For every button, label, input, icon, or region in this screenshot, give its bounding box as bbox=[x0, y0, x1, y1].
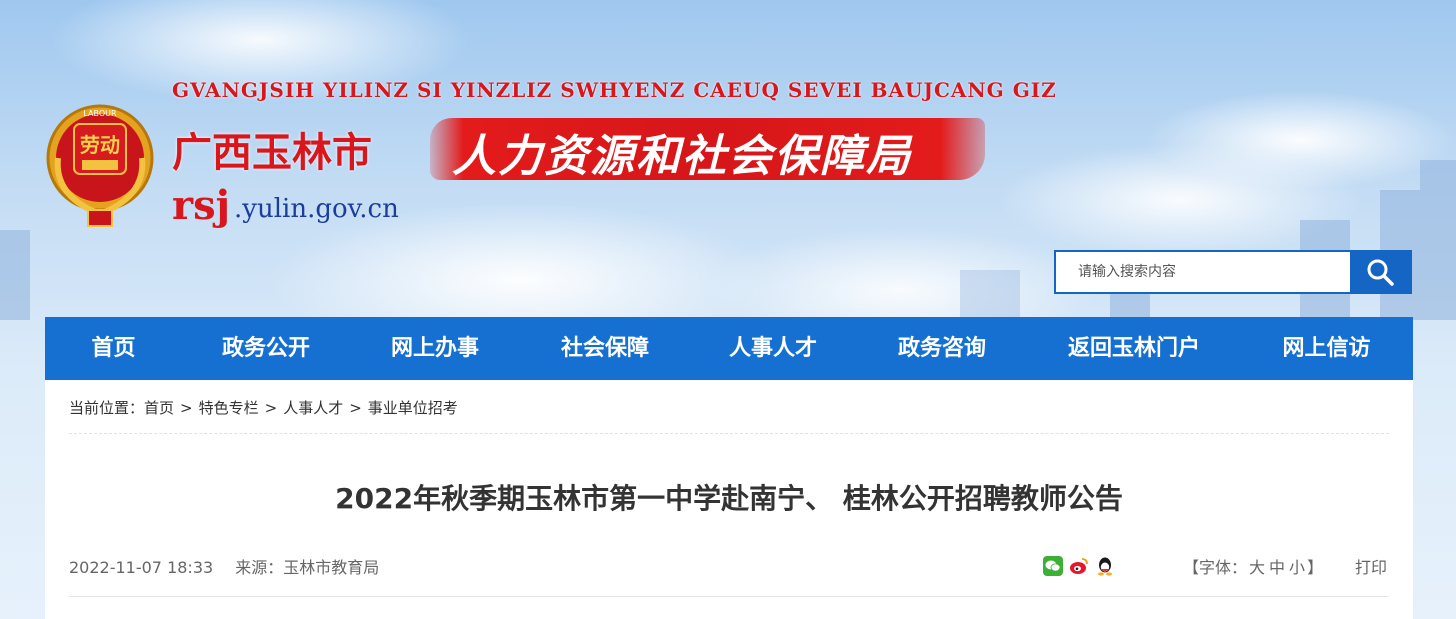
breadcrumb-featured[interactable]: 特色专栏 bbox=[199, 399, 259, 417]
font-size-large[interactable]: 大 bbox=[1249, 558, 1265, 577]
font-size-close: 】 bbox=[1307, 558, 1324, 577]
breadcrumb-separator: > bbox=[180, 399, 193, 417]
divider bbox=[69, 433, 1389, 434]
nav-item-consultation[interactable]: 政务咨询 bbox=[856, 317, 1028, 380]
skyline-building bbox=[1420, 160, 1456, 320]
svg-text:LABOUR: LABOUR bbox=[83, 109, 117, 118]
labour-emblem-logo: 劳动 LABOUR bbox=[44, 86, 156, 234]
nav-item-home[interactable]: 首页 bbox=[45, 317, 182, 380]
search-input[interactable] bbox=[1056, 252, 1352, 292]
article-title: 2022年秋季期玉林市第一中学赴南宁、 桂林公开招聘教师公告 bbox=[335, 482, 1123, 515]
font-size-switcher: 【字体：大中小】 bbox=[1183, 554, 1323, 578]
nav-item-social-security[interactable]: 社会保障 bbox=[520, 317, 690, 380]
article-panel: 当前位置：首页 > 特色专栏 > 人事人才 > 事业单位招考 2022年秋季期玉林市第一中学… bbox=[45, 380, 1413, 619]
article-meta: 2022-11-07 18:33 来源：玉林市教育局 bbox=[69, 554, 379, 578]
search-icon bbox=[1367, 259, 1394, 286]
share-bar bbox=[1043, 556, 1115, 576]
domain-prefix: rsj bbox=[172, 182, 231, 229]
nav-item-government-affairs[interactable]: 政务公开 bbox=[182, 317, 350, 380]
main-nav: 首页 政务公开 网上办事 社会保障 人事人才 政务咨询 返回玉林门户 网上信访 bbox=[45, 317, 1413, 380]
weibo-icon[interactable] bbox=[1069, 556, 1089, 576]
breadcrumb-recruitment[interactable]: 事业单位招考 bbox=[368, 399, 458, 417]
zhuang-language-title: GVANGJSIH YILINZ SI YINZLIZ SWHYENZ CAEU… bbox=[172, 78, 1057, 102]
nav-item-personnel-talent[interactable]: 人事人才 bbox=[690, 317, 856, 380]
breadcrumb: 当前位置：首页 > 特色专栏 > 人事人才 > 事业单位招考 bbox=[69, 397, 458, 418]
breadcrumb-separator: > bbox=[349, 399, 362, 417]
breadcrumb-home[interactable]: 首页 bbox=[144, 399, 174, 417]
search-box bbox=[1054, 250, 1412, 294]
search-button[interactable] bbox=[1350, 252, 1410, 292]
font-size-open: 【字体： bbox=[1183, 558, 1248, 577]
qq-icon[interactable] bbox=[1095, 556, 1115, 576]
breadcrumb-separator: > bbox=[264, 399, 278, 417]
skyline-building bbox=[960, 270, 1020, 320]
city-title: 广西玉林市 bbox=[172, 129, 372, 176]
domain-suffix: .yulin.gov.cn bbox=[234, 194, 399, 224]
skyline-building bbox=[0, 230, 30, 320]
divider bbox=[69, 596, 1389, 597]
nav-item-online-services[interactable]: 网上办事 bbox=[350, 317, 520, 380]
nav-item-online-petition[interactable]: 网上信访 bbox=[1240, 317, 1413, 380]
article-source: 来源：玉林市教育局 bbox=[235, 558, 380, 577]
svg-text:劳动: 劳动 bbox=[80, 133, 120, 157]
print-link[interactable]: 打印 bbox=[1355, 554, 1387, 578]
font-size-small[interactable]: 小 bbox=[1289, 558, 1305, 577]
publish-date: 2022-11-07 18:33 bbox=[69, 558, 214, 577]
breadcrumb-prefix: 当前位置： bbox=[69, 399, 145, 417]
wechat-icon[interactable] bbox=[1043, 556, 1063, 576]
nav-item-return-portal[interactable]: 返回玉林门户 bbox=[1028, 317, 1240, 380]
bureau-title: 人力资源和社会保障局 bbox=[452, 131, 912, 182]
breadcrumb-personnel[interactable]: 人事人才 bbox=[283, 399, 343, 417]
font-size-medium[interactable]: 中 bbox=[1269, 558, 1285, 577]
